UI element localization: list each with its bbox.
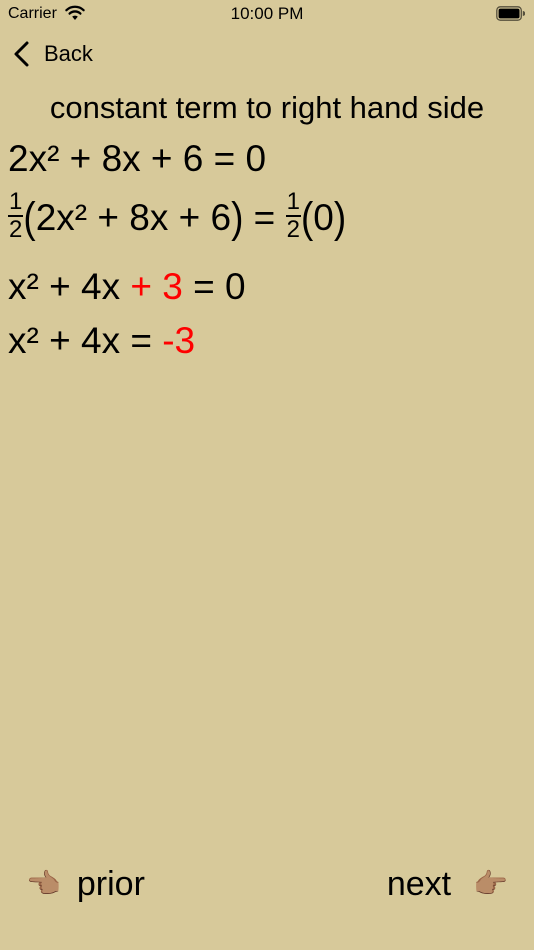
prior-label: prior: [76, 864, 145, 903]
equation-line-1: 2x² + 8x + 6 = 0: [8, 138, 267, 179]
line3-left: x² + 4x: [8, 266, 131, 307]
hand-pointing-left-icon: 👈🏽: [26, 868, 61, 899]
line4-left: x² + 4x =: [8, 320, 163, 361]
fraction-denominator: 2: [9, 216, 23, 243]
step-title: constant term to right hand side: [49, 90, 485, 125]
back-button[interactable]: Back: [12, 38, 93, 70]
fraction-numerator: 1: [9, 188, 23, 215]
line3-highlight: + 3: [130, 266, 183, 307]
line4-highlight: -3: [162, 320, 196, 361]
open-paren-rhs: (: [300, 193, 314, 241]
equation-line-4: x² + 4x = -3: [8, 320, 195, 362]
battery-icon: [496, 6, 525, 21]
chevron-left-icon: [14, 41, 29, 67]
open-paren: (: [23, 193, 36, 241]
line3-right: = 0: [182, 266, 246, 307]
equals-sign: =: [243, 196, 286, 238]
equation-line-2: 1 2 (2x² + 8x + 6) = 1 2 (0): [8, 190, 347, 246]
inner-expression: 2x² + 8x + 6: [35, 196, 232, 238]
next-button[interactable]: next 👉🏽: [387, 860, 508, 908]
back-label: Back: [44, 41, 93, 66]
fraction-one-half: 1 2: [8, 188, 24, 243]
fraction-numerator: 1: [286, 188, 300, 215]
equation-line-3: x² + 4x + 3 = 0: [8, 266, 246, 308]
fraction-denominator: 2: [286, 216, 300, 243]
hand-pointing-right-icon: 👉🏽: [473, 868, 508, 899]
close-paren-rhs: ): [333, 193, 347, 241]
close-paren: ): [231, 193, 244, 241]
next-label: next: [386, 864, 452, 903]
clock-label: 10:00 PM: [230, 4, 304, 23]
status-bar: Carrier 10:00 PM: [0, 0, 534, 28]
fraction-one-half-rhs: 1 2: [285, 188, 301, 243]
prior-button[interactable]: 👈🏽 prior: [26, 860, 145, 908]
rhs-inner-expression: 0: [313, 196, 334, 238]
